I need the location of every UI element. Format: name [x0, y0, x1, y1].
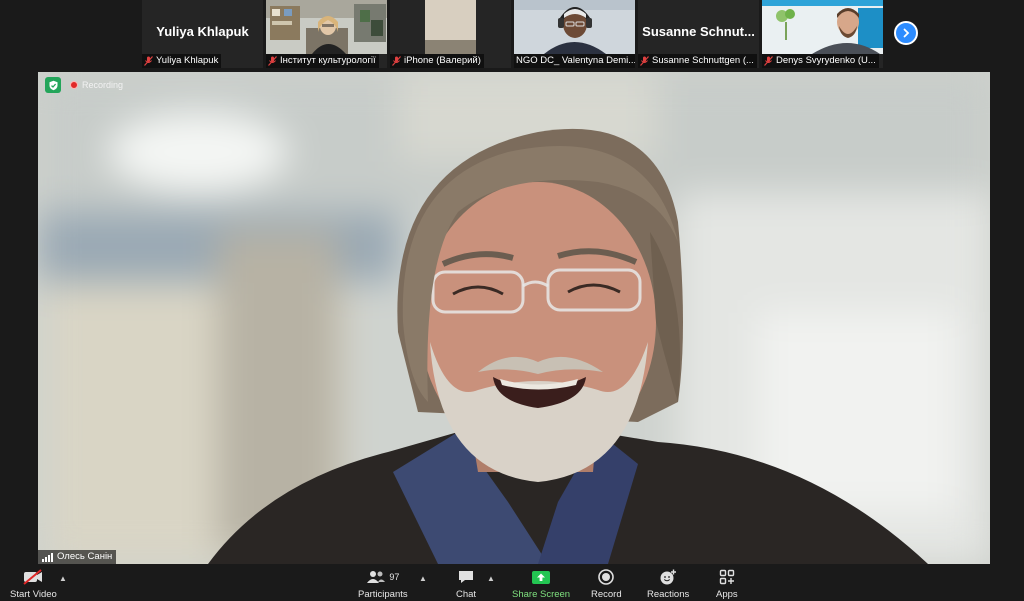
- reactions-button[interactable]: Reactions: [647, 568, 689, 600]
- apps-button[interactable]: Apps: [716, 568, 738, 600]
- participant-display-name: Yuliya Khlapuk: [156, 24, 249, 39]
- participant-label: Інститут культурології: [266, 54, 379, 68]
- share-screen-button[interactable]: Share Screen: [512, 568, 570, 600]
- participant-label: iPhone (Валерий): [390, 54, 484, 68]
- participant-name: iPhone (Валерий): [404, 55, 481, 66]
- share-screen-icon: [532, 570, 551, 584]
- participant-tile[interactable]: Yuliya Khlapuk Yuliya Khlapuk: [142, 0, 263, 68]
- recording-dot-icon: [70, 81, 78, 89]
- record-button[interactable]: Record: [591, 568, 622, 600]
- participant-video: [390, 0, 511, 54]
- participant-name: Denys Svyrydenko (U...: [776, 55, 876, 66]
- security-shield-button[interactable]: [45, 77, 61, 93]
- participant-tile[interactable]: iPhone (Валерий): [390, 0, 511, 68]
- speaker-name-label: Олесь Санін: [38, 550, 117, 564]
- participant-tile[interactable]: Denys Svyrydenko (U...: [762, 0, 883, 68]
- start-video-button[interactable]: Start Video: [10, 568, 57, 600]
- mic-muted-icon: [764, 56, 773, 66]
- mic-muted-icon: [144, 56, 153, 66]
- share-screen-label: Share Screen: [512, 589, 571, 600]
- chat-button[interactable]: Chat: [456, 568, 476, 600]
- video-options-caret-icon[interactable]: ▲: [59, 574, 67, 583]
- speaker-person: [208, 128, 928, 564]
- participant-name: Susanne Schnuttgen (...: [652, 55, 754, 66]
- participant-label: Susanne Schnuttgen (...: [638, 54, 757, 68]
- speaker-name: Олесь Санін: [57, 551, 113, 562]
- participant-label: Yuliya Khlapuk: [142, 54, 222, 68]
- participant-tile[interactable]: Susanne Schnut... Susanne Schnuttgen (..…: [638, 0, 759, 68]
- participant-strip: Yuliya Khlapuk Yuliya Khlapuk Інститут к…: [0, 0, 1024, 70]
- participant-video: [514, 0, 635, 54]
- participant-name: NGO DC_ Valentyna Demi...: [516, 55, 635, 66]
- participants-options-caret-icon[interactable]: ▲: [419, 574, 427, 583]
- chat-label: Chat: [456, 589, 477, 600]
- participants-label: Participants: [358, 589, 408, 600]
- participant-name: Yuliya Khlapuk: [156, 55, 219, 66]
- participant-display-name: Susanne Schnut...: [642, 24, 755, 39]
- next-page-button[interactable]: [894, 21, 918, 45]
- participant-tile[interactable]: NGO DC_ Valentyna Demi...: [514, 0, 635, 68]
- video-off-icon: [23, 569, 43, 585]
- start-video-label: Start Video: [10, 589, 57, 600]
- participant-video: [266, 0, 387, 54]
- active-speaker-video: [38, 72, 990, 564]
- shield-check-icon: [49, 80, 57, 90]
- chevron-right-icon: [903, 28, 910, 38]
- recording-indicator[interactable]: Recording: [70, 78, 123, 92]
- participant-video: [762, 0, 883, 54]
- apps-label: Apps: [716, 589, 738, 600]
- participant-tile[interactable]: Інститут культурології: [266, 0, 387, 68]
- mic-muted-icon: [268, 56, 277, 66]
- record-label: Record: [591, 589, 622, 600]
- record-icon: [598, 569, 615, 585]
- signal-strength-icon: [42, 552, 53, 562]
- participants-button[interactable]: 97 Participants: [358, 568, 408, 600]
- mic-muted-icon: [392, 56, 401, 66]
- mic-muted-icon: [640, 56, 649, 66]
- meeting-toolbar: Start Video ▲ 97 Participants ▲ Chat ▲ S…: [0, 566, 1024, 601]
- participant-name: Інститут культурології: [280, 55, 376, 66]
- chat-options-caret-icon[interactable]: ▲: [487, 574, 495, 583]
- chat-bubble-icon: [459, 571, 474, 583]
- apps-icon: [719, 569, 735, 585]
- participant-label: Denys Svyrydenko (U...: [762, 54, 879, 68]
- participants-icon: [367, 571, 386, 583]
- smiley-add-icon: [660, 569, 677, 585]
- recording-label: Recording: [82, 80, 124, 90]
- reactions-label: Reactions: [647, 589, 690, 600]
- participants-count: 97: [389, 572, 400, 582]
- participant-label: NGO DC_ Valentyna Demi...: [514, 54, 635, 68]
